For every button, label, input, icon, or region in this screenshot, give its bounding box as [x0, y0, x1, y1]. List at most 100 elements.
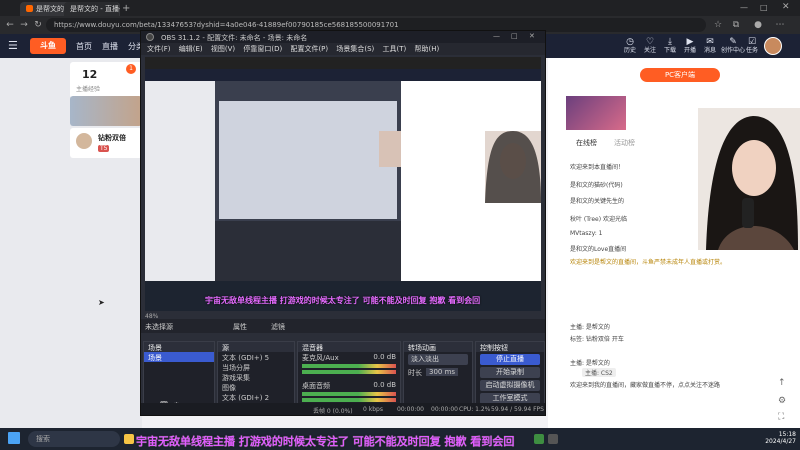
duration-input[interactable]: 300 ms [426, 368, 459, 376]
source-item[interactable]: 文本 (GDI+) 2 [218, 392, 294, 402]
maximize-icon[interactable]: □ [760, 3, 768, 12]
obs-menu-file[interactable]: 文件(F) [147, 45, 171, 53]
nav-golive[interactable]: ▶ 开播 [680, 37, 700, 55]
chat-line: MVtaszy: 1 [570, 230, 603, 237]
settings-icon[interactable]: ⚙ [778, 396, 786, 406]
properties-button[interactable]: 属性 [233, 322, 247, 332]
gift-thumbnail[interactable] [566, 96, 626, 130]
mixer-title: 混音器 [298, 342, 400, 352]
clock-time: 15:18 [778, 431, 796, 438]
source-item[interactable]: 图像 [218, 382, 294, 392]
stat-card: 12 主播经验 1 [70, 62, 142, 98]
obs-minimize-icon[interactable]: — [493, 32, 500, 40]
nav-follow[interactable]: ♡ 关注 [640, 37, 660, 55]
chat-line: 标签: 钻粉双倍 开车 [570, 336, 624, 343]
stop-stream-button[interactable]: 停止直播 [480, 354, 540, 365]
chrome-icon[interactable] [534, 434, 544, 444]
source-toolbar: 未选择源 属性 滤镜 [141, 319, 545, 333]
obs-menu-tools[interactable]: 工具(T) [383, 45, 407, 53]
file-explorer-icon[interactable] [124, 434, 134, 444]
back-icon[interactable]: ← [4, 19, 16, 31]
nav-task[interactable]: ☑ 任务 [742, 37, 762, 55]
star-icon[interactable]: ☆ [712, 19, 724, 31]
forward-icon[interactable]: → [18, 19, 30, 31]
obs-statusbar: 丢帧 0 (0.0%) 0 kbps 00:00:00 00:00:00 CPU… [141, 403, 545, 415]
obs-maximize-icon[interactable]: □ [511, 32, 518, 40]
virtual-camera-button[interactable]: 启动虚拟摄像机 [480, 380, 540, 391]
filters-button[interactable]: 滤镜 [271, 322, 285, 332]
minimize-icon[interactable]: — [740, 3, 748, 12]
start-recording-button[interactable]: 开始录制 [480, 367, 540, 378]
obs-menu-docks[interactable]: 停靠窗口(D) [243, 45, 282, 53]
source-item[interactable]: 游戏采集 [218, 372, 294, 382]
nav-live[interactable]: 直播 [102, 41, 118, 52]
duration-row: 时长 300 ms [404, 367, 472, 377]
extensions-icon[interactable]: ⧉ [730, 19, 742, 31]
bitrate: 0 kbps [363, 406, 383, 413]
obs-taskbar-icon[interactable] [548, 434, 558, 444]
channel-name: 麦克风/Aux [302, 354, 339, 362]
source-item[interactable]: 当场分屏 [218, 362, 294, 372]
fps: 59.94 / 59.94 FPS [491, 406, 544, 413]
banner-thumbnail[interactable] [70, 96, 142, 126]
site-logo[interactable]: 斗鱼 [30, 38, 66, 54]
mouse-cursor-icon: ➤ [98, 298, 105, 307]
channel-db: 0.0 dB [373, 353, 396, 361]
nav-home[interactable]: 首页 [76, 41, 92, 52]
cpu-usage: CPU: 1.2% [459, 406, 491, 413]
notification-badge: 1 [126, 64, 136, 74]
obs-menu-help[interactable]: 帮助(H) [415, 45, 440, 53]
vip-card[interactable]: 钻粉双倍 T5 [70, 128, 142, 158]
chat-tab-activity[interactable]: 活动榜 [614, 138, 635, 148]
chat-line: 是和文的关键先生的 [570, 198, 625, 205]
source-item[interactable]: 文本 (GDI+) 5 [218, 352, 294, 362]
obs-menu-profile[interactable]: 配置文件(P) [290, 45, 328, 53]
vip-level-badge: T5 [98, 145, 110, 152]
webcam-overlay [698, 108, 800, 250]
mixer-channel: 麦克风/Aux 0.0 dB [298, 352, 400, 362]
scroll-top-icon[interactable]: ↑ [778, 378, 786, 388]
sources-title: 源 [218, 342, 294, 352]
vip-avatar [76, 133, 92, 149]
fullscreen-icon[interactable]: ⛶ [778, 412, 784, 422]
chat-line: 主播: 是帮文的 [570, 324, 610, 331]
chat-tab-rank[interactable]: 在线榜 [576, 138, 597, 148]
task-icon: ☑ [747, 37, 757, 47]
pc-client-button[interactable]: PC客户端 [640, 68, 720, 82]
taskbar-search[interactable]: 搜索 [28, 431, 120, 447]
nav-download[interactable]: ⤓ 下载 [660, 37, 680, 55]
windows-start-icon[interactable] [8, 432, 20, 444]
obs-menubar: 文件(F) 编辑(E) 视图(V) 停靠窗口(D) 配置文件(P) 场景集合(S… [141, 43, 545, 55]
no-source-label: 未选择源 [145, 323, 173, 331]
transition-select[interactable]: 淡入淡出 [408, 354, 468, 365]
obs-menu-scenes[interactable]: 场景集合(S) [336, 45, 374, 53]
nav-message[interactable]: ✉ 消息 [700, 37, 720, 55]
vip-title: 钻粉双倍 [98, 134, 126, 142]
dropped-frames: 丢帧 0 (0.0%) [313, 408, 353, 415]
menu-icon[interactable]: ☰ [8, 39, 18, 52]
profile-icon[interactable]: ● [752, 19, 764, 31]
obs-preview[interactable]: 宇宙无敌单线程主播 打游戏的时候太专注了 可能不能及时回复 抱歉 看到会回 [145, 57, 541, 311]
browser-tab-2[interactable]: 是帮文的 - 直播_是帮文的 - 直播 [64, 2, 119, 16]
close-window-icon[interactable]: ✕ [782, 2, 790, 12]
obs-menu-edit[interactable]: 编辑(E) [179, 45, 203, 53]
stream-caption: 宇宙无敌单线程主播 打游戏的时候太专注了 可能不能及时回复 抱歉 看到会回 [136, 435, 515, 448]
mixer-channel: 桌面音频 0.0 dB [298, 380, 400, 390]
live-icon: ▶ [686, 37, 694, 47]
obs-close-icon[interactable]: ✕ [529, 32, 535, 40]
new-tab-icon[interactable]: + [122, 3, 130, 14]
history-icon: ◷ [626, 37, 634, 47]
volume-meter [302, 392, 396, 396]
message-icon: ✉ [706, 37, 714, 47]
nav-history[interactable]: ◷ 历史 [620, 37, 640, 55]
volume-meter [302, 398, 396, 402]
reload-icon[interactable]: ↻ [32, 19, 44, 31]
obs-menu-view[interactable]: 视图(V) [211, 45, 235, 53]
douyu-favicon-icon [26, 5, 33, 12]
browser-tabstrip: 是帮文的 - 直播_是帮文的 - 直播 是帮文的 - 直播_是帮文的 - 直播 … [0, 0, 800, 16]
browser-menu-icon[interactable]: ⋯ [774, 19, 786, 31]
scene-item[interactable]: 场景 [144, 352, 214, 362]
chat-line: 欢迎来到本直播间！ [570, 164, 625, 171]
chat-line: 欢迎来到我的直播间，藏家做直播不停，点点关注不迷路 [570, 382, 721, 389]
user-avatar[interactable] [764, 37, 782, 55]
